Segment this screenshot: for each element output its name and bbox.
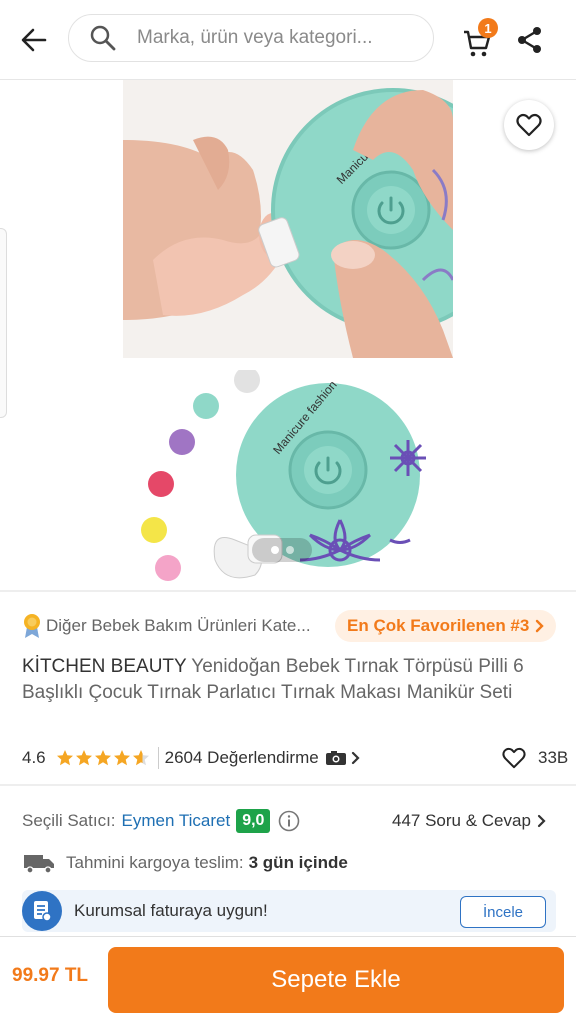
star-rating <box>56 749 150 767</box>
star-icon <box>75 750 92 766</box>
search-input[interactable]: Marka, ürün veya kategori... <box>68 14 434 62</box>
heart-icon <box>516 113 542 137</box>
search-placeholder: Marka, ürün veya kategori... <box>137 27 373 48</box>
chevron-right-icon <box>536 619 545 633</box>
product-photo-hands: Manicure fashion <box>123 80 453 358</box>
qa-label: 447 Soru & Cevap <box>392 811 531 830</box>
star-icon <box>56 750 73 766</box>
questions-answers-link[interactable]: 447 Soru & Cevap <box>392 806 546 836</box>
info-icon[interactable] <box>278 810 300 832</box>
back-button[interactable] <box>14 20 54 60</box>
star-icon <box>113 750 130 766</box>
category-row: Diğer Bebek Bakım Ürünleri Kate... En Ço… <box>22 610 557 642</box>
delivery-value: 3 gün içinde <box>248 853 348 872</box>
favorite-button[interactable] <box>504 100 554 150</box>
corporate-invoice-text: Kurumsal faturaya uygun! <box>74 901 268 920</box>
category-link[interactable]: Diğer Bebek Bakım Ürünleri Kate... <box>46 616 336 636</box>
favorite-rank-badge[interactable]: En Çok Favorilenen #3 <box>335 610 557 642</box>
seller-name-link[interactable]: Eymen Ticaret <box>122 811 231 831</box>
pagination-dot[interactable] <box>285 546 294 554</box>
heart-outline-icon <box>502 747 526 769</box>
cart-button[interactable]: 1 <box>462 18 498 58</box>
seller-label: Seçili Satıcı: <box>22 811 116 830</box>
likes-count: 33B <box>538 748 569 767</box>
product-brand[interactable]: KİTCHEN BEAUTY <box>22 656 186 677</box>
likes-counter[interactable]: 33B <box>502 744 568 772</box>
truck-icon <box>24 855 54 874</box>
price: 99.97 TL <box>12 965 89 986</box>
product-image-gallery[interactable]: Manicure fashion Manicure fashion <box>0 80 576 590</box>
bottom-action-bar: 99.97 TL Sepete Ekle <box>0 936 576 1024</box>
seller-section: Seçili Satıcı: Eymen Ticaret 9,0 447 Sor… <box>0 790 576 936</box>
share-button[interactable] <box>514 24 546 56</box>
section-divider <box>0 590 576 592</box>
search-icon <box>90 25 116 51</box>
seller-row: Seçili Satıcı: Eymen Ticaret 9,0 447 Sor… <box>22 806 556 836</box>
medal-icon <box>24 614 40 638</box>
side-drawer-handle[interactable] <box>0 228 7 418</box>
seller-score-badge: 9,0 <box>236 809 271 833</box>
top-bar: Marka, ürün veya kategori... 1 <box>0 0 576 80</box>
camera-icon <box>325 751 346 765</box>
product-title: KİTCHEN BEAUTY Yenidoğan Bebek Tırnak Tö… <box>22 654 542 706</box>
review-count-link[interactable]: 2604 Değerlendirme <box>165 748 319 768</box>
corporate-invoice-banner: Kurumsal faturaya uygun! İncele <box>22 890 556 932</box>
rating-row: 4.6 2604 Değerlendirme 33B <box>22 744 568 772</box>
pagination-dot-active[interactable] <box>270 546 279 554</box>
invoice-icon <box>22 891 62 931</box>
section-divider <box>0 784 576 786</box>
rating-separator <box>157 747 159 769</box>
chevron-right-icon <box>537 814 546 828</box>
review-button[interactable]: İncele <box>460 896 546 928</box>
add-to-cart-button[interactable]: Sepete Ekle <box>108 947 564 1013</box>
delivery-label: Tahmini kargoya teslim: <box>66 853 244 872</box>
rating-value: 4.6 <box>22 748 46 767</box>
star-icon <box>94 750 111 766</box>
arrow-left-icon <box>21 28 47 52</box>
star-icon <box>132 750 149 766</box>
cart-count-badge: 1 <box>478 18 498 38</box>
favorite-rank-label: En Çok Favorilenen #3 <box>347 616 530 635</box>
delivery-estimate-row: Tahmini kargoya teslim: 3 gün içinde <box>22 848 556 878</box>
gallery-pagination <box>252 538 312 562</box>
share-icon <box>518 27 541 53</box>
chevron-right-icon <box>351 751 360 765</box>
